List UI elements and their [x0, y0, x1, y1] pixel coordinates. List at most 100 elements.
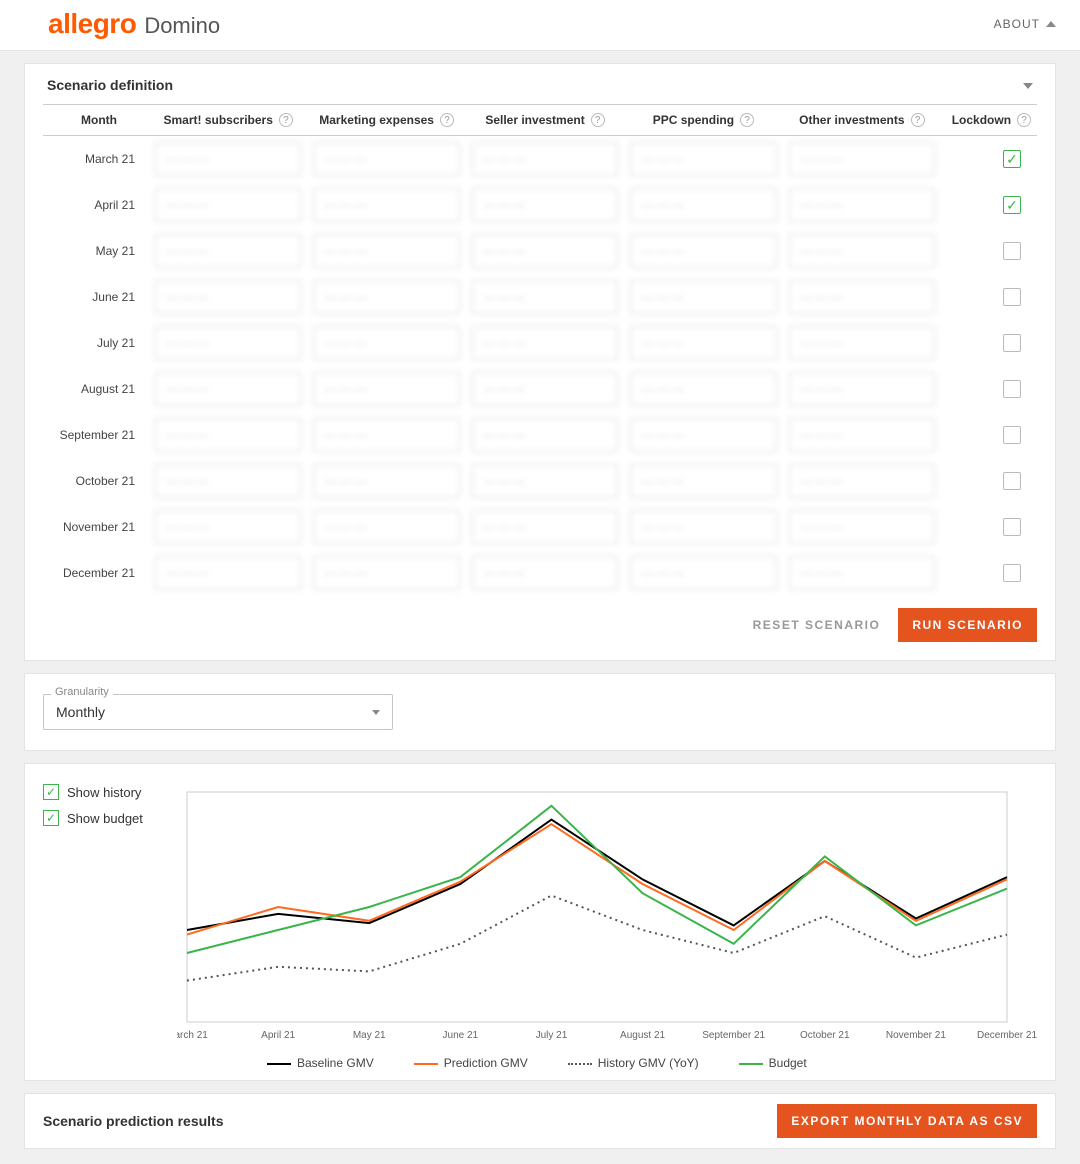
svg-text:March 21: March 21	[177, 1030, 208, 1041]
numeric-input[interactable]	[789, 464, 935, 498]
numeric-input[interactable]	[155, 188, 301, 222]
table-row: March 21✓	[43, 136, 1037, 182]
lockdown-checkbox[interactable]	[1003, 242, 1021, 260]
month-label: October 21	[49, 474, 149, 488]
numeric-input[interactable]	[472, 280, 618, 314]
col-smart-header: Smart! subscribers ?	[149, 113, 307, 127]
lockdown-checkbox[interactable]	[1003, 518, 1021, 536]
numeric-input[interactable]	[472, 234, 618, 268]
numeric-input[interactable]	[472, 142, 618, 176]
svg-text:June 21: June 21	[443, 1030, 479, 1041]
numeric-input[interactable]	[313, 142, 459, 176]
lockdown-checkbox[interactable]: ✓	[1003, 196, 1021, 214]
about-menu[interactable]: ABOUT	[994, 17, 1056, 31]
numeric-input[interactable]	[630, 142, 776, 176]
numeric-input[interactable]	[313, 372, 459, 406]
numeric-input[interactable]	[630, 188, 776, 222]
table-row: August 21	[43, 366, 1037, 412]
numeric-input[interactable]	[155, 418, 301, 452]
numeric-input[interactable]	[155, 510, 301, 544]
numeric-input[interactable]	[789, 556, 935, 590]
numeric-input[interactable]	[313, 556, 459, 590]
help-icon[interactable]: ?	[440, 113, 454, 127]
numeric-input[interactable]	[313, 326, 459, 360]
run-scenario-button[interactable]: RUN SCENARIO	[898, 608, 1037, 642]
svg-text:November 21: November 21	[886, 1030, 946, 1041]
numeric-input[interactable]	[472, 418, 618, 452]
col-marketing-header: Marketing expenses ?	[307, 113, 465, 127]
numeric-input[interactable]	[155, 234, 301, 268]
numeric-input[interactable]	[630, 464, 776, 498]
numeric-input[interactable]	[472, 326, 618, 360]
export-csv-button[interactable]: EXPORT MONTHLY DATA AS CSV	[777, 1104, 1037, 1138]
lockdown-checkbox[interactable]	[1003, 472, 1021, 490]
svg-text:September 21: September 21	[702, 1030, 765, 1041]
numeric-input[interactable]	[472, 372, 618, 406]
numeric-input[interactable]	[313, 510, 459, 544]
granularity-label: Granularity	[51, 686, 113, 698]
numeric-input[interactable]	[630, 556, 776, 590]
reset-scenario-button[interactable]: RESET SCENARIO	[749, 608, 885, 642]
help-icon[interactable]: ?	[911, 113, 925, 127]
numeric-input[interactable]	[789, 372, 935, 406]
numeric-input[interactable]	[630, 234, 776, 268]
granularity-select[interactable]: Monthly	[43, 694, 393, 730]
svg-text:April 21: April 21	[261, 1030, 295, 1041]
numeric-input[interactable]	[789, 142, 935, 176]
numeric-input[interactable]	[472, 464, 618, 498]
numeric-input[interactable]	[789, 326, 935, 360]
numeric-input[interactable]	[313, 280, 459, 314]
numeric-input[interactable]	[789, 280, 935, 314]
numeric-input[interactable]	[155, 464, 301, 498]
month-label: August 21	[49, 382, 149, 396]
month-label: April 21	[49, 198, 149, 212]
table-row: September 21	[43, 412, 1037, 458]
numeric-input[interactable]	[313, 464, 459, 498]
numeric-input[interactable]	[155, 142, 301, 176]
month-label: July 21	[49, 336, 149, 350]
help-icon[interactable]: ?	[1017, 113, 1031, 127]
numeric-input[interactable]	[155, 372, 301, 406]
scenario-title: Scenario definition	[47, 77, 173, 93]
numeric-input[interactable]	[789, 234, 935, 268]
chevron-up-icon	[1046, 21, 1056, 27]
help-icon[interactable]: ?	[279, 113, 293, 127]
numeric-input[interactable]	[155, 326, 301, 360]
lockdown-checkbox[interactable]	[1003, 334, 1021, 352]
lockdown-checkbox[interactable]	[1003, 426, 1021, 444]
lockdown-checkbox[interactable]	[1003, 288, 1021, 306]
check-icon: ✓	[1006, 152, 1018, 166]
numeric-input[interactable]	[313, 418, 459, 452]
svg-text:May 21: May 21	[353, 1030, 386, 1041]
help-icon[interactable]: ?	[591, 113, 605, 127]
numeric-input[interactable]	[789, 418, 935, 452]
numeric-input[interactable]	[630, 418, 776, 452]
help-icon[interactable]: ?	[740, 113, 754, 127]
show-budget-checkbox[interactable]: ✓	[43, 810, 59, 826]
numeric-input[interactable]	[155, 280, 301, 314]
show-history-checkbox[interactable]: ✓	[43, 784, 59, 800]
numeric-input[interactable]	[630, 372, 776, 406]
table-row: October 21	[43, 458, 1037, 504]
numeric-input[interactable]	[630, 326, 776, 360]
numeric-input[interactable]	[472, 510, 618, 544]
lockdown-checkbox[interactable]	[1003, 380, 1021, 398]
scenario-panel: Scenario definition Month Smart! subscri…	[24, 63, 1056, 661]
numeric-input[interactable]	[789, 188, 935, 222]
numeric-input[interactable]	[472, 556, 618, 590]
month-label: December 21	[49, 566, 149, 580]
svg-text:October 21: October 21	[800, 1030, 850, 1041]
numeric-input[interactable]	[313, 188, 459, 222]
lockdown-checkbox[interactable]	[1003, 564, 1021, 582]
numeric-input[interactable]	[789, 510, 935, 544]
numeric-input[interactable]	[313, 234, 459, 268]
lockdown-checkbox[interactable]: ✓	[1003, 150, 1021, 168]
numeric-input[interactable]	[155, 556, 301, 590]
numeric-input[interactable]	[472, 188, 618, 222]
table-row: June 21	[43, 274, 1037, 320]
scenario-collapse-button[interactable]	[1023, 76, 1033, 94]
numeric-input[interactable]	[630, 280, 776, 314]
granularity-panel: Granularity Monthly	[24, 673, 1056, 751]
numeric-input[interactable]	[630, 510, 776, 544]
svg-text:August 21: August 21	[620, 1030, 665, 1041]
